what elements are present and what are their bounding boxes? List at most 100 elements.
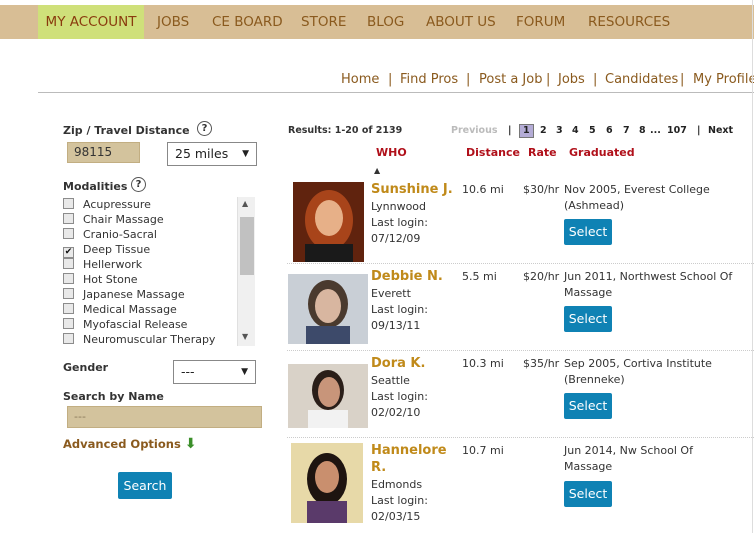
pro-distance: 10.3 mi <box>462 357 504 370</box>
pager-page[interactable]: 7 <box>623 124 630 138</box>
checkbox[interactable] <box>63 198 74 209</box>
modality-hellerwork[interactable]: Hellerwork <box>63 257 142 272</box>
pager-page[interactable]: 8 <box>639 124 646 138</box>
nav-resources[interactable]: RESOURCES <box>588 5 670 39</box>
pager-page[interactable]: 4 <box>572 124 579 138</box>
modality-chair-massage[interactable]: Chair Massage <box>63 212 164 227</box>
pager-previous[interactable]: Previous <box>451 124 497 138</box>
modality-medical-massage[interactable]: Medical Massage <box>63 302 177 317</box>
checkbox[interactable] <box>63 258 74 269</box>
subnav-separator: | <box>388 72 393 87</box>
modality-label: Acupressure <box>83 198 151 211</box>
last-login-date: 02/02/10 <box>371 406 421 419</box>
checkbox[interactable] <box>63 303 74 314</box>
subnav-post-a-job[interactable]: Post a Job <box>479 72 542 90</box>
select-button[interactable]: Select <box>564 393 612 419</box>
checkbox[interactable] <box>63 213 74 224</box>
pager-page[interactable]: 107 <box>667 124 687 138</box>
modality-japanese-massage[interactable]: Japanese Massage <box>63 287 185 302</box>
nav-about-us[interactable]: ABOUT US <box>426 5 496 39</box>
modality-neuromuscular-therapy[interactable]: Neuromuscular Therapy <box>63 332 215 347</box>
checkbox[interactable] <box>63 288 74 299</box>
pro-rate: $30/hr <box>523 183 560 196</box>
profile-photo[interactable] <box>288 364 368 428</box>
column-who[interactable]: WHO <box>376 146 407 159</box>
profile-photo[interactable] <box>288 274 368 344</box>
scroll-thumb[interactable] <box>240 217 254 275</box>
nav-my-account[interactable]: MY ACCOUNT <box>38 5 144 39</box>
modalities-label: Modalities <box>63 180 128 193</box>
pager-next[interactable]: Next <box>708 124 733 138</box>
pro-name[interactable]: Dora K. <box>371 355 425 372</box>
scroll-up-icon[interactable]: ▲ <box>242 199 248 208</box>
row-divider <box>287 263 754 264</box>
gender-select[interactable]: --- ▼ <box>173 360 256 384</box>
modalities-scrollbar[interactable]: ▲ ▼ <box>237 197 255 346</box>
column-graduated[interactable]: Graduated <box>569 146 635 159</box>
modality-myofascial-release[interactable]: Myofascial Release <box>63 317 187 332</box>
pro-name[interactable]: Debbie N. <box>371 268 443 285</box>
pro-graduated: Nov 2005, Everest College (Ashmead) <box>564 183 710 212</box>
select-button[interactable]: Select <box>564 219 612 245</box>
profile-photo[interactable] <box>291 443 363 523</box>
nav-store[interactable]: STORE <box>301 5 346 39</box>
scroll-down-icon[interactable]: ▼ <box>242 332 248 341</box>
help-circle-icon[interactable]: ? <box>197 121 212 136</box>
last-login-label: Last login: <box>371 390 428 403</box>
row-divider <box>287 350 754 351</box>
profile-photo[interactable] <box>293 182 364 262</box>
sort-up-icon[interactable]: ▲ <box>374 166 380 175</box>
checkbox[interactable] <box>63 273 74 284</box>
pro-graduated: Jun 2014, Nw School Of Massage <box>564 444 693 473</box>
nav-forum[interactable]: FORUM <box>516 5 565 39</box>
modality-label: Myofascial Release <box>83 318 188 331</box>
name-search-input[interactable]: --- <box>67 406 262 428</box>
modality-hot-stone[interactable]: Hot Stone <box>63 272 138 287</box>
nav-jobs[interactable]: JOBS <box>157 5 189 39</box>
modality-label: Deep Tissue <box>83 243 151 256</box>
column-rate[interactable]: Rate <box>528 146 557 159</box>
header-divider <box>38 92 754 93</box>
help-circle-icon[interactable]: ? <box>131 177 146 192</box>
last-login-label: Last login: <box>371 494 428 507</box>
gender-value: --- <box>181 364 195 379</box>
advanced-options-label: Advanced Options <box>63 437 181 451</box>
column-distance[interactable]: Distance <box>466 146 520 159</box>
checkbox[interactable] <box>63 228 74 239</box>
modality-acupressure[interactable]: Acupressure <box>63 197 151 212</box>
nav-blog[interactable]: BLOG <box>367 5 404 39</box>
checkbox[interactable] <box>63 318 74 329</box>
pro-name[interactable]: Hannelore R. <box>371 442 461 476</box>
pager-page[interactable]: 6 <box>606 124 613 138</box>
nav-ce-board[interactable]: CE BOARD <box>212 5 283 39</box>
pro-city: Seattle <box>371 374 410 387</box>
subnav-jobs[interactable]: Jobs <box>558 72 585 90</box>
dropdown-arrow-icon: ▼ <box>241 367 248 377</box>
subnav-separator: | <box>680 72 685 87</box>
last-login-date: 02/03/15 <box>371 510 421 523</box>
select-button[interactable]: Select <box>564 481 612 507</box>
page-edge <box>752 0 753 533</box>
subnav-my-profile[interactable]: My Profile <box>693 72 754 90</box>
modality-cranio-sacral[interactable]: Cranio-Sacral <box>63 227 157 242</box>
subnav-home[interactable]: Home <box>341 72 379 90</box>
pager-page-current[interactable]: 1 <box>519 124 534 138</box>
distance-select[interactable]: 25 miles ▼ <box>167 142 257 166</box>
checkbox[interactable] <box>63 333 74 344</box>
subnav-find-pros[interactable]: Find Pros <box>400 72 458 90</box>
subnav-candidates[interactable]: Candidates <box>605 72 678 90</box>
subnav-separator: | <box>546 72 551 87</box>
modality-deep-tissue[interactable]: ✔ Deep Tissue <box>63 242 151 258</box>
pager-page[interactable]: 5 <box>589 124 596 138</box>
pro-name[interactable]: Sunshine J. <box>371 181 453 198</box>
zip-input[interactable]: 98115 <box>67 142 140 163</box>
pro-distance: 10.6 mi <box>462 183 504 196</box>
pager-page[interactable]: 2 <box>540 124 547 138</box>
select-button[interactable]: Select <box>564 306 612 332</box>
modality-label: Neuromuscular Therapy <box>83 333 216 346</box>
modality-label: Japanese Massage <box>83 288 185 301</box>
advanced-options-link[interactable]: Advanced Options ⬇ <box>63 436 197 452</box>
pager-page[interactable]: 3 <box>556 124 563 138</box>
search-button[interactable]: Search <box>118 472 172 499</box>
last-login-date: 07/12/09 <box>371 232 421 245</box>
